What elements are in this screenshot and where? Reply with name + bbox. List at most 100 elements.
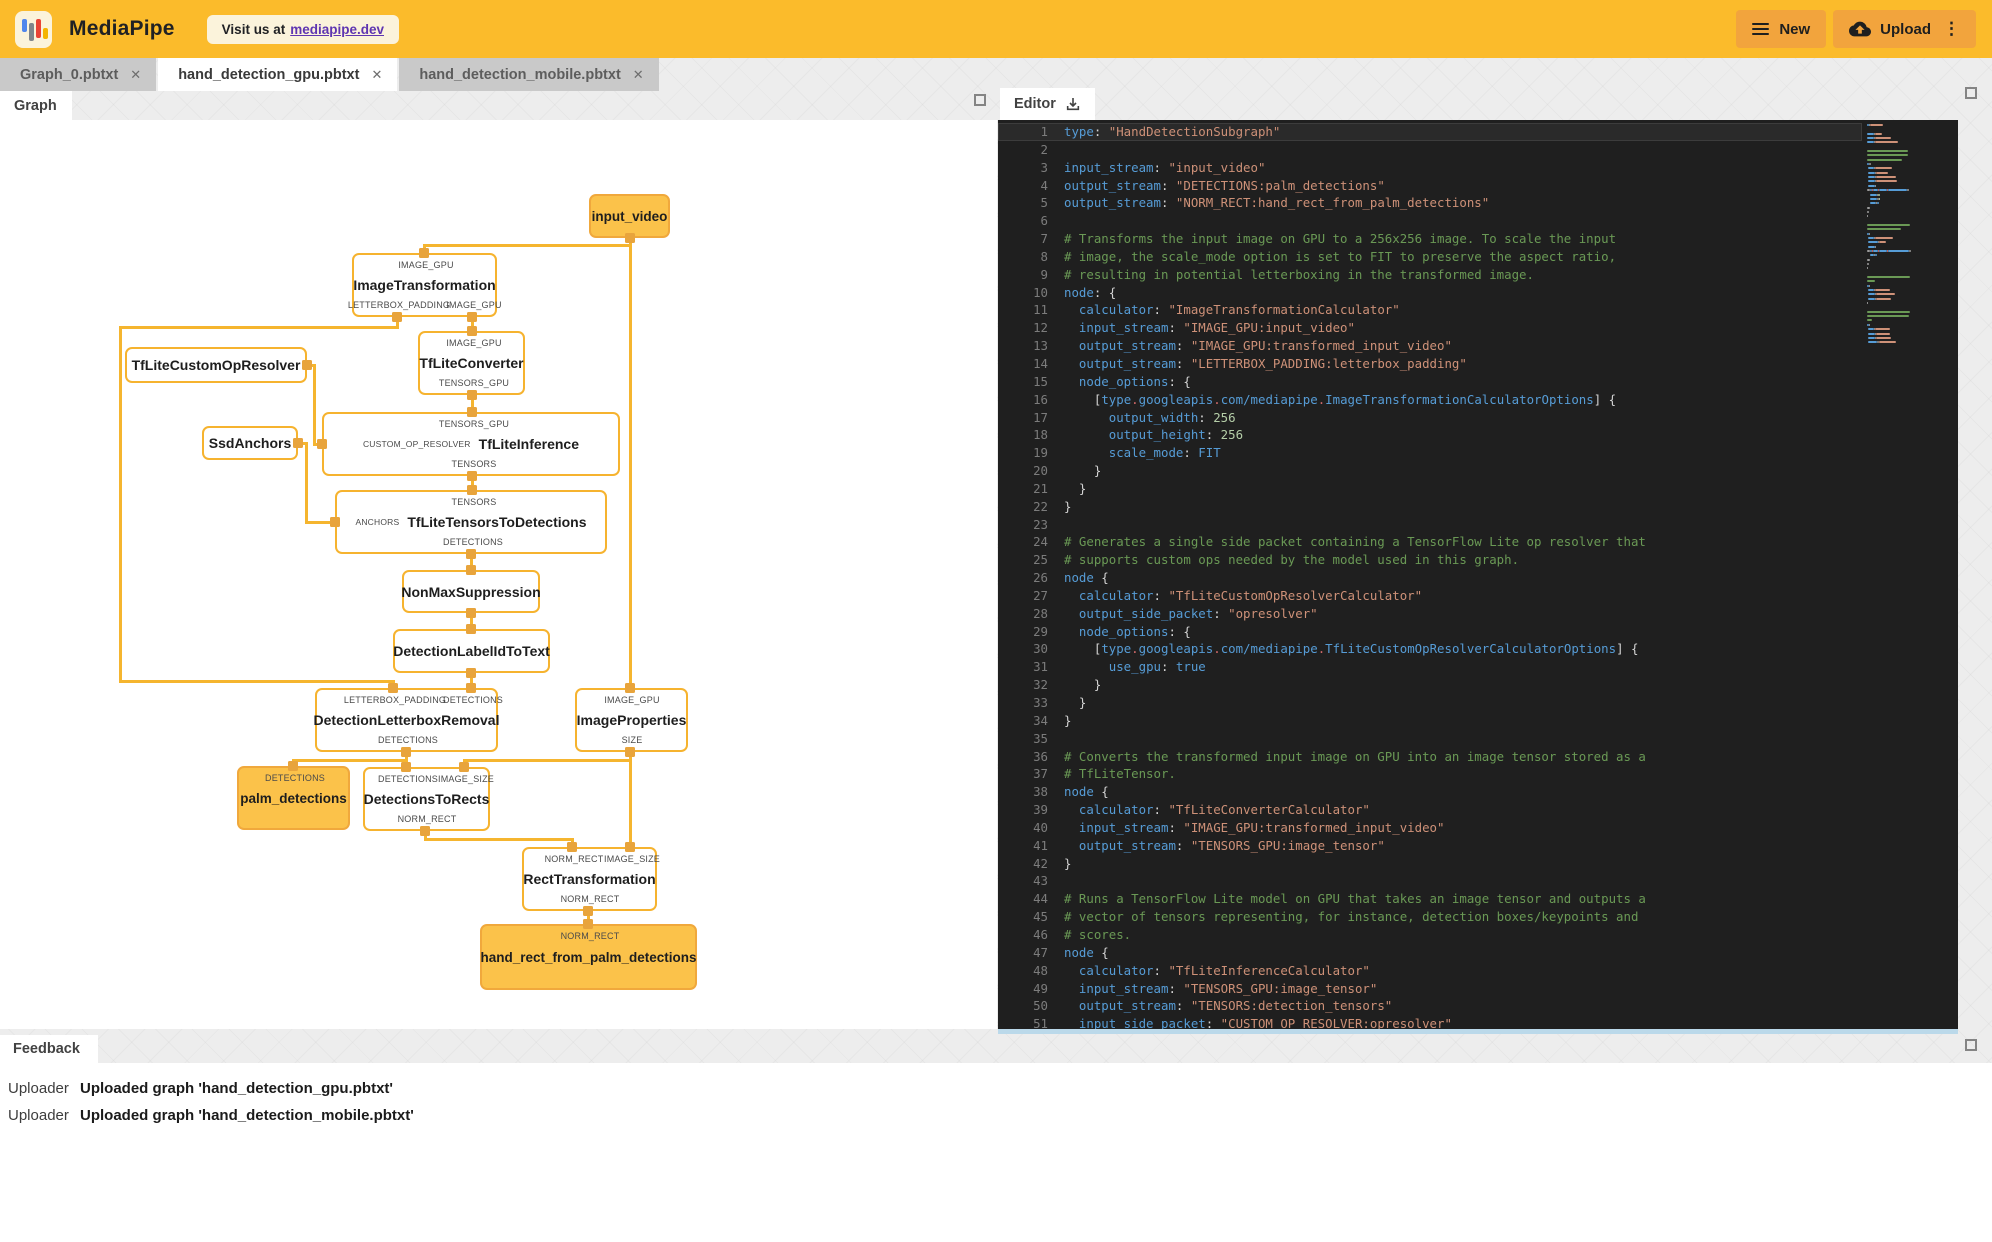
mediapipe-dev-link[interactable]: mediapipe.dev <box>290 22 384 37</box>
tab-editor[interactable]: Editor <box>1000 88 1095 120</box>
node-title: hand_rect_from_palm_detections <box>480 949 697 965</box>
line-number: 39 <box>1033 802 1048 818</box>
code-token: googleapis <box>1138 641 1214 657</box>
minimap-token <box>1868 297 1876 300</box>
new-button[interactable]: New <box>1736 10 1827 48</box>
code-token: : <box>1205 427 1221 443</box>
minimap-line <box>1867 293 1953 296</box>
graph-node[interactable]: DetectionLetterboxRemoval LETTERBOX_PADDI… <box>314 688 503 752</box>
code-token: TfLiteCustomOpResolverCalculatorOptions <box>1325 641 1617 657</box>
graph-node[interactable]: TfLiteConverter IMAGE_GPU TENSORS_GPU <box>418 331 525 395</box>
port-label: DETECTIONS <box>377 774 439 784</box>
code-token: [ <box>1064 391 1102 407</box>
minimap-token <box>1874 167 1892 170</box>
download-icon[interactable] <box>1065 96 1081 112</box>
line-number: 3 <box>1040 159 1048 175</box>
editor-popout-icon[interactable] <box>1965 87 1977 99</box>
tab-close-icon[interactable]: ✕ <box>130 67 141 83</box>
graph-node[interactable]: ImageTransformation IMAGE_GPU LETTERBOX_PA… <box>348 253 501 317</box>
feedback-popout-icon[interactable] <box>1965 1039 1977 1051</box>
port-label: LETTERBOX_PADDING <box>343 695 447 705</box>
kebab-menu-icon[interactable]: ⋮ <box>1943 19 1960 39</box>
graph-popout-icon[interactable] <box>974 94 986 106</box>
code-token: output_stream <box>1078 998 1176 1014</box>
line-number: 51 <box>1033 1016 1048 1029</box>
file-tab[interactable]: Graph_0.pbtxt ✕ <box>0 58 157 91</box>
code-editor[interactable]: 1 type: "HandDetectionSubgraph" 2 3 input_st… <box>998 120 1958 1029</box>
graph-canvas[interactable]: input_video ImageTransformation IMAGE_GPU L… <box>0 120 997 1029</box>
minimap-token <box>1867 223 1910 226</box>
graph-node[interactable]: NonMaxSuppression <box>401 570 541 613</box>
code-token: calculator <box>1078 802 1154 818</box>
tab-close-icon[interactable]: ✕ <box>371 67 382 83</box>
graph-node[interactable]: hand_rect_from_palm_detections NORM_RECT <box>480 924 697 990</box>
minimap-token <box>1868 332 1875 335</box>
line-number: 49 <box>1033 980 1048 996</box>
minimap-line <box>1867 263 1953 265</box>
code-token: : <box>1183 445 1199 461</box>
line-number: 2 <box>1040 141 1048 157</box>
code-token: : <box>1175 355 1191 371</box>
graph-edge <box>628 750 632 849</box>
graph-node[interactable]: DetectionsToRects DETECTIONS IMAGE_SIZE NOR… <box>363 767 494 831</box>
minimap-line <box>1867 163 1953 166</box>
port-square <box>401 747 411 757</box>
file-tab[interactable]: hand_detection_gpu.pbtxt ✕ <box>158 58 398 91</box>
graph-node[interactable]: TfLiteCustomOpResolver <box>125 347 307 383</box>
minimap-line <box>1867 306 1953 308</box>
graph-node[interactable]: SsdAnchors <box>202 426 298 460</box>
node-title: TfLiteTensorsToDetections <box>407 514 587 530</box>
code-token: : { <box>1168 373 1191 389</box>
code-line: 35 <box>998 730 1862 748</box>
upload-button[interactable]: Upload ⋮ <box>1833 10 1976 48</box>
feedback-message: Uploaded graph 'hand_detection_mobile.pb… <box>80 1107 414 1124</box>
feedback-panel: Uploader Uploaded graph 'hand_detection_g… <box>0 1063 1992 1242</box>
tab-feedback[interactable]: Feedback <box>0 1035 98 1063</box>
minimap-token <box>1868 176 1876 179</box>
code-token: output_height <box>1108 427 1206 443</box>
node-title: input_video <box>591 208 668 224</box>
code-token: # image, the scale_mode option is set to… <box>1064 248 1617 264</box>
tab-feedback-label: Feedback <box>13 1041 80 1057</box>
code-token: ] { <box>1616 641 1639 657</box>
code-line: 48 calculator: "TfLiteInferenceCalculato… <box>998 962 1862 980</box>
minimap-line <box>1867 184 1953 187</box>
line-number: 21 <box>1033 480 1048 496</box>
tab-close-icon[interactable]: ✕ <box>633 67 644 83</box>
minimap-token <box>1867 132 1874 135</box>
node-title: TfLiteConverter <box>419 355 524 371</box>
graph-node[interactable]: ImageProperties IMAGE_GPU SIZE <box>575 688 688 752</box>
graph-node[interactable]: palm_detections DETECTIONS <box>237 766 350 830</box>
mediapipe-logo-icon <box>15 10 52 48</box>
port-label: TENSORS_GPU <box>438 378 510 388</box>
tab-graph[interactable]: Graph <box>0 91 72 120</box>
minimap-line <box>1867 302 1953 305</box>
graph-node[interactable]: ANCHORS TfLiteTensorsToDetections TENSORS D… <box>335 490 607 554</box>
code-line: 10 node: { <box>998 284 1862 302</box>
graph-node[interactable]: DetectionLabelIdToText <box>393 629 550 673</box>
minimap-line <box>1867 232 1953 235</box>
minimap-token <box>1869 284 1871 287</box>
file-tab-label: Graph_0.pbtxt <box>20 66 119 83</box>
file-tab[interactable]: hand_detection_mobile.pbtxt ✕ <box>399 58 659 91</box>
node-title: DetectionLabelIdToText <box>393 643 550 659</box>
graph-node[interactable]: CUSTOM_OP_RESOLVER TfLiteInference TENSORS… <box>322 412 620 476</box>
code-line: 22} <box>998 498 1862 516</box>
line-number: 48 <box>1033 962 1048 978</box>
minimap-token <box>1878 341 1896 344</box>
code-token: : <box>1168 980 1184 996</box>
code-line: 2 <box>998 141 1862 159</box>
code-token: : <box>1175 338 1191 354</box>
code-line: 14 output_stream: "LETTERBOX_PADDING:let… <box>998 355 1862 373</box>
code-token: node_options <box>1078 623 1169 639</box>
code-token: : <box>1175 837 1191 853</box>
graph-node[interactable]: RectTransformation NORM_RECT IMAGE_SIZE NOR… <box>522 847 660 911</box>
code-token: com/mediapipe <box>1220 641 1318 657</box>
code-token: input_side_packet <box>1078 1016 1206 1029</box>
minimap-line <box>1867 323 1953 326</box>
graph-node[interactable]: input_video <box>589 194 670 238</box>
editor-minimap[interactable] <box>1867 124 1953 346</box>
editor-horizontal-scrollbar[interactable] <box>998 1029 1958 1034</box>
minimap-token <box>1870 193 1877 196</box>
